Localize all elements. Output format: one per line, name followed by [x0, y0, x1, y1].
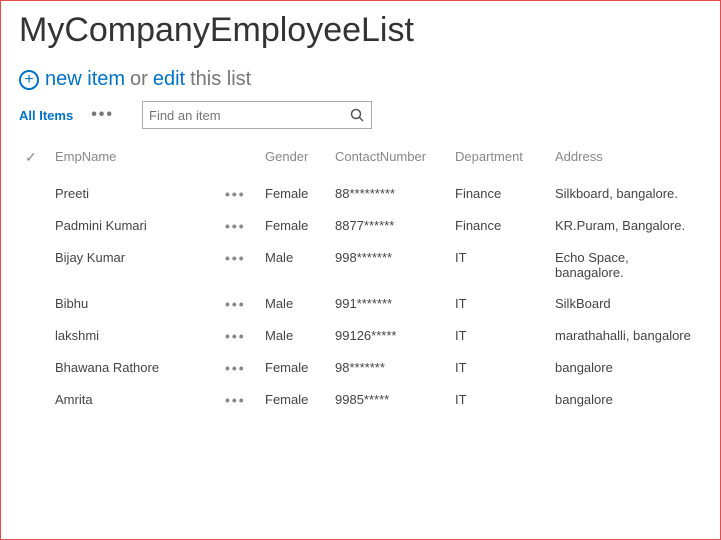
cell-gender: Male	[259, 320, 329, 352]
edit-link[interactable]: edit	[153, 68, 185, 91]
cell-gender: Female	[259, 178, 329, 210]
views-more-icon[interactable]: •••	[91, 106, 114, 124]
cell-department: IT	[449, 352, 549, 384]
col-header-address[interactable]: Address	[549, 143, 702, 178]
cell-address: Silkboard, bangalore.	[549, 178, 702, 210]
cell-gender: Female	[259, 352, 329, 384]
search-box[interactable]	[142, 101, 372, 129]
row-menu-icon[interactable]: •••	[225, 392, 246, 408]
row-menu-icon[interactable]: •••	[225, 186, 246, 202]
cell-address: KR.Puram, Bangalore.	[549, 210, 702, 242]
this-list-label: this list	[190, 68, 251, 91]
col-header-empname[interactable]: EmpName	[49, 143, 219, 178]
search-input[interactable]	[149, 108, 349, 123]
cell-empname[interactable]: Bijay Kumar	[49, 242, 219, 288]
cell-gender: Female	[259, 210, 329, 242]
list-toolbar: + new item or edit this list	[19, 68, 702, 91]
col-header-department[interactable]: Department	[449, 143, 549, 178]
cell-gender: Male	[259, 288, 329, 320]
table-row[interactable]: Bibhu ••• Male991*******ITSilkBoard	[19, 288, 702, 320]
plus-circle-icon[interactable]: +	[19, 70, 39, 90]
table-row[interactable]: Preeti ••• Female88*********FinanceSilkboa…	[19, 178, 702, 210]
col-header-contact[interactable]: ContactNumber	[329, 143, 449, 178]
cell-department: Finance	[449, 210, 549, 242]
cell-department: Finance	[449, 178, 549, 210]
row-menu-icon[interactable]: •••	[225, 296, 246, 312]
row-menu-icon[interactable]: •••	[225, 218, 246, 234]
cell-contact: 998*******	[329, 242, 449, 288]
table-header-row: ✓ EmpName Gender ContactNumber Departmen…	[19, 143, 702, 178]
employee-table: ✓ EmpName Gender ContactNumber Departmen…	[19, 143, 702, 416]
or-label: or	[130, 68, 148, 91]
row-menu-icon[interactable]: •••	[225, 250, 246, 266]
cell-empname[interactable]: Preeti	[49, 178, 219, 210]
cell-gender: Female	[259, 384, 329, 416]
view-all-items[interactable]: All Items	[19, 108, 73, 123]
cell-department: IT	[449, 384, 549, 416]
cell-empname[interactable]: Amrita	[49, 384, 219, 416]
app-frame: MyCompanyEmployeeList + new item or edit…	[0, 0, 721, 540]
row-menu-icon[interactable]: •••	[225, 360, 246, 376]
cell-empname[interactable]: Bhawana Rathore	[49, 352, 219, 384]
cell-address: bangalore	[549, 384, 702, 416]
table-row[interactable]: Bhawana Rathore ••• Female98*******ITbanga…	[19, 352, 702, 384]
row-menu-icon[interactable]: •••	[225, 328, 246, 344]
search-icon[interactable]	[349, 107, 365, 123]
cell-contact: 98*******	[329, 352, 449, 384]
cell-empname[interactable]: lakshmi	[49, 320, 219, 352]
table-row[interactable]: lakshmi ••• Male99126*****ITmarathahalli, …	[19, 320, 702, 352]
cell-empname[interactable]: Padmini Kumari	[49, 210, 219, 242]
table-row[interactable]: Padmini Kumari ••• Female8877******Finance…	[19, 210, 702, 242]
cell-contact: 9985*****	[329, 384, 449, 416]
cell-empname[interactable]: Bibhu	[49, 288, 219, 320]
table-row[interactable]: Amrita ••• Female9985*****ITbangalore	[19, 384, 702, 416]
cell-department: IT	[449, 288, 549, 320]
page-title: MyCompanyEmployeeList	[19, 11, 702, 50]
col-header-gender[interactable]: Gender	[259, 143, 329, 178]
cell-contact: 991*******	[329, 288, 449, 320]
check-column-icon[interactable]: ✓	[25, 149, 37, 165]
views-row: All Items •••	[19, 101, 702, 129]
cell-contact: 88*********	[329, 178, 449, 210]
cell-department: IT	[449, 242, 549, 288]
cell-contact: 8877******	[329, 210, 449, 242]
cell-department: IT	[449, 320, 549, 352]
cell-address: bangalore	[549, 352, 702, 384]
cell-gender: Male	[259, 242, 329, 288]
table-row[interactable]: Bijay Kumar ••• Male998*******ITEcho Space…	[19, 242, 702, 288]
cell-address: Echo Space, banagalore.	[549, 242, 702, 288]
cell-address: marathahalli, bangalore	[549, 320, 702, 352]
cell-contact: 99126*****	[329, 320, 449, 352]
new-item-link[interactable]: new item	[45, 68, 125, 91]
cell-address: SilkBoard	[549, 288, 702, 320]
